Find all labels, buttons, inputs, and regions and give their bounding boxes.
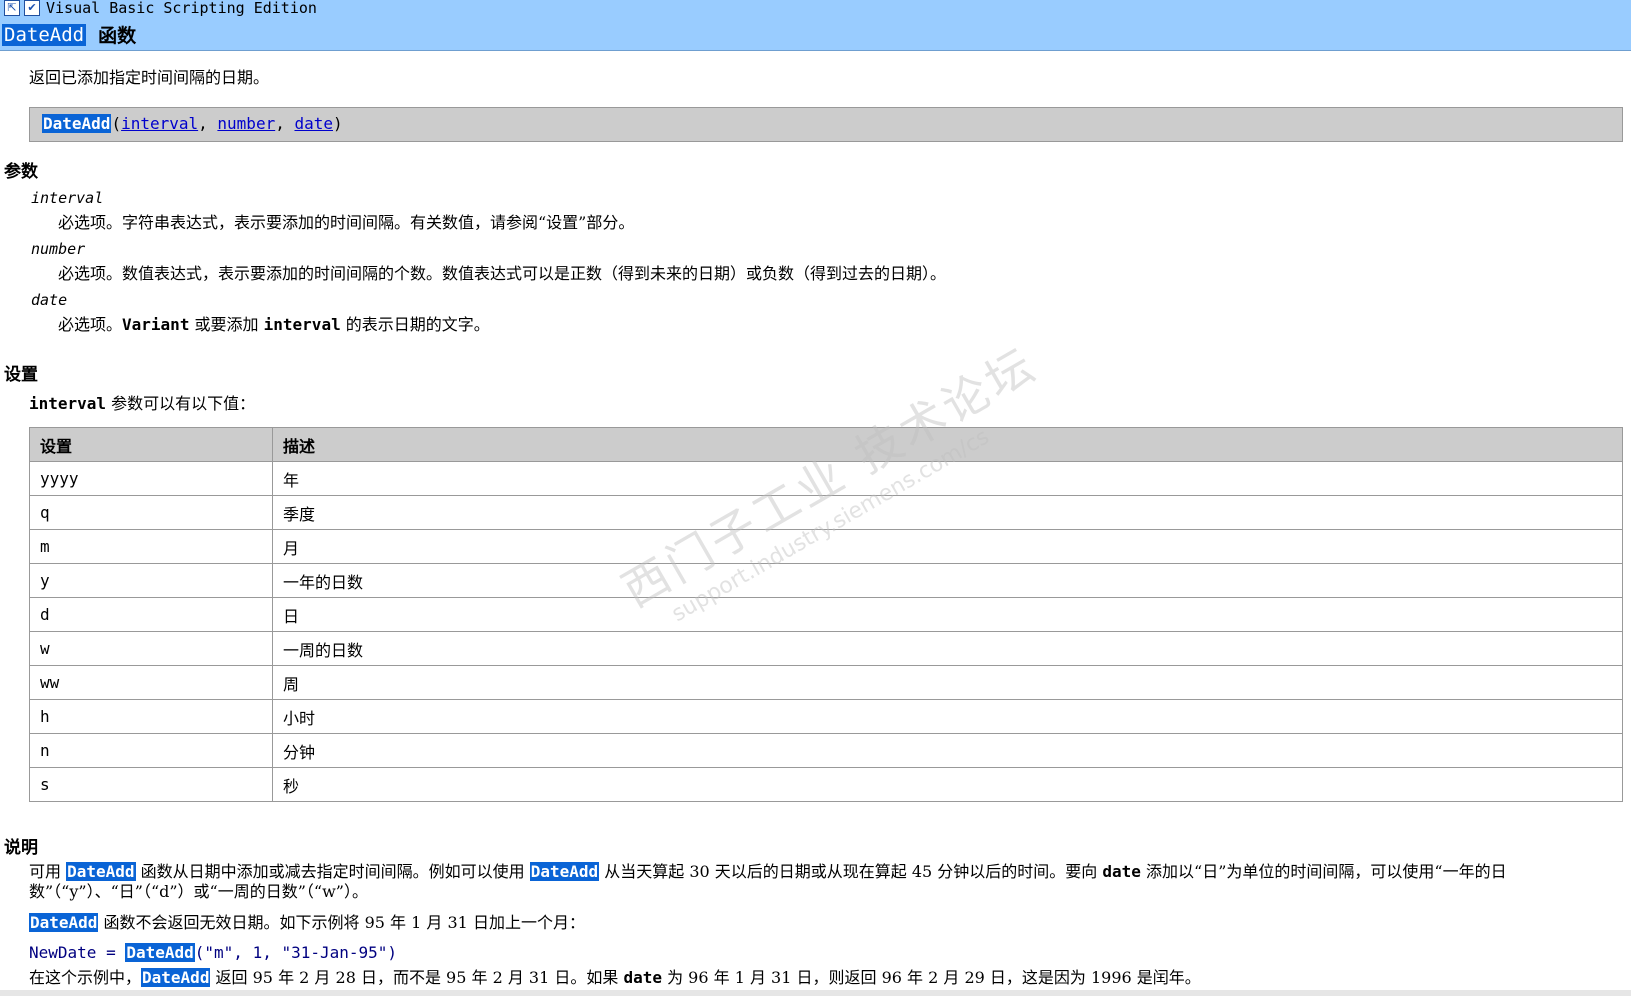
function-highlight: DateAdd — [141, 968, 211, 987]
number-link[interactable]: number — [217, 114, 275, 133]
syntax-box: DateAdd(interval, number, date) — [29, 107, 1623, 142]
param-name: number — [31, 240, 86, 258]
settings-keyword: interval — [29, 394, 107, 413]
table-row: y 一年的日数 — [29, 563, 1623, 598]
function-name: DateAdd — [2, 23, 87, 46]
table-row: q 季度 — [29, 495, 1623, 530]
table-row: ww 周 — [29, 665, 1623, 700]
param-desc: 必选项。Variant 或要添加 interval 的表示日期的文字。 — [58, 311, 490, 335]
syntax-paren: ( — [111, 114, 122, 133]
setting-value: s — [29, 767, 273, 802]
settings-table: 设置 描述 yyyy 年 q 季度 m月 y 一年的日数 d日 w 一周的日数 ww 周 … — [29, 427, 1623, 802]
syntax-paren: ) — [333, 114, 343, 133]
param-name: interval — [31, 189, 104, 207]
param-desc-text: 的表示日期的文字。 — [340, 315, 490, 334]
remarks-text: 返回 95 年 2 月 28 日，而不是 95 年 2 月 31 日。如果 — [210, 968, 624, 987]
param-desc: 必选项。字符串表达式，表示要添加的时间间隔。有关数值，请参阅“设置”部分。 — [58, 213, 635, 232]
table-row: h 小时 — [29, 699, 1623, 734]
table-row: yyyy 年 — [29, 461, 1623, 496]
pin-icon[interactable]: ⇱ — [4, 0, 20, 16]
setting-value: yyyy — [29, 461, 273, 496]
setting-desc: 年 — [272, 461, 1623, 496]
setting-desc: 小时 — [272, 699, 1623, 734]
setting-value: m — [29, 529, 273, 564]
syntax-separator: , — [198, 114, 218, 133]
code-example: NewDate = DateAdd("m", 1, "31-Jan-95") — [29, 943, 1624, 963]
remarks-keyword: date — [623, 968, 662, 987]
setting-desc: 分钟 — [272, 733, 1623, 768]
interval-link[interactable]: interval — [121, 114, 198, 133]
settings-heading: 设置 — [4, 365, 38, 385]
param-desc: 必选项。数值表达式，表示要添加的时间间隔的个数。数值表达式可以是正数（得到未来的… — [58, 264, 947, 283]
remarks-text: 函数不会返回无效日期。如下示例将 95 年 1 月 31 日加上一个月： — [98, 913, 585, 932]
remarks-paragraph: 在这个示例中，DateAdd 返回 95 年 2 月 28 日，而不是 95 年… — [29, 968, 1624, 988]
setting-desc: 日 — [272, 597, 1623, 632]
title-banner: ⇱ ✔ Visual Basic Scripting Edition DateA… — [0, 0, 1631, 51]
table-row: w 一周的日数 — [29, 631, 1623, 666]
column-header: 设置 — [29, 427, 273, 462]
function-highlight: DateAdd — [66, 862, 136, 881]
setting-value: h — [29, 699, 273, 734]
column-header: 描述 — [272, 427, 1623, 462]
intro-text: 返回已添加指定时间间隔的日期。 — [29, 68, 270, 87]
toolbar: ⇱ ✔ Visual Basic Scripting Edition — [0, 0, 317, 17]
table-row: n 分钟 — [29, 733, 1623, 768]
horizontal-scrollbar[interactable] — [0, 990, 1631, 996]
syntax-separator: , — [275, 114, 295, 133]
code-text: NewDate = — [29, 943, 126, 962]
table-row: d日 — [29, 597, 1623, 632]
param-desc-text: 必选项。 — [58, 315, 123, 334]
settings-intro: interval 参数可以有以下值： — [29, 390, 255, 414]
remarks-text: 为 96 年 1 月 31 日，则返回 96 年 2 月 29 日，这是因为 1… — [662, 968, 1201, 987]
page-title: DateAdd 函数 — [2, 21, 136, 48]
function-highlight: DateAdd — [529, 862, 600, 881]
setting-desc: 季度 — [272, 495, 1623, 530]
edition-label: Visual Basic Scripting Edition — [46, 0, 317, 17]
setting-desc: 一周的日数 — [272, 631, 1623, 666]
param-keyword: Variant — [122, 315, 190, 334]
remarks-text: 函数从日期中添加或减去指定时间间隔。例如可以使用 — [135, 862, 530, 881]
remarks-text: 从当天算起 30 天以后的日期或从现在算起 45 分钟以后的时间。要向 — [599, 862, 1103, 881]
setting-value: n — [29, 733, 273, 768]
remarks-text: 在这个示例中， — [29, 968, 142, 987]
settings-intro-text: 参数可以有以下值： — [106, 394, 256, 413]
remarks-paragraph: DateAdd 函数不会返回无效日期。如下示例将 95 年 1 月 31 日加上… — [29, 913, 1624, 933]
params-heading: 参数 — [4, 162, 38, 182]
setting-desc: 一年的日数 — [272, 563, 1623, 598]
remarks-keyword: date — [1102, 862, 1141, 881]
setting-value: d — [29, 597, 273, 632]
checkbox-icon[interactable]: ✔ — [24, 0, 40, 16]
setting-desc: 周 — [272, 665, 1623, 700]
setting-value: q — [29, 495, 273, 530]
remarks-paragraph: 可用 DateAdd 函数从日期中添加或减去指定时间间隔。例如可以使用 Date… — [29, 862, 1624, 902]
remarks-heading: 说明 — [4, 838, 38, 858]
setting-value: ww — [29, 665, 273, 700]
setting-value: y — [29, 563, 273, 598]
setting-value: w — [29, 631, 273, 666]
setting-desc: 秒 — [272, 767, 1623, 802]
setting-desc: 月 — [272, 529, 1623, 564]
param-name: date — [31, 291, 68, 309]
function-highlight: DateAdd — [125, 943, 195, 962]
function-highlight: DateAdd — [29, 913, 99, 932]
function-word: 函数 — [98, 25, 137, 47]
date-link[interactable]: date — [294, 114, 333, 133]
table-header-row: 设置 描述 — [29, 427, 1623, 462]
table-row: m月 — [29, 529, 1623, 564]
remarks-text: 可用 — [29, 862, 67, 881]
param-desc-text: 或要添加 — [189, 315, 264, 334]
code-text: ("m", 1, "31-Jan-95") — [194, 943, 398, 962]
table-row: s秒 — [29, 767, 1623, 802]
syntax-function: DateAdd — [42, 114, 112, 133]
param-keyword: interval — [263, 315, 341, 334]
